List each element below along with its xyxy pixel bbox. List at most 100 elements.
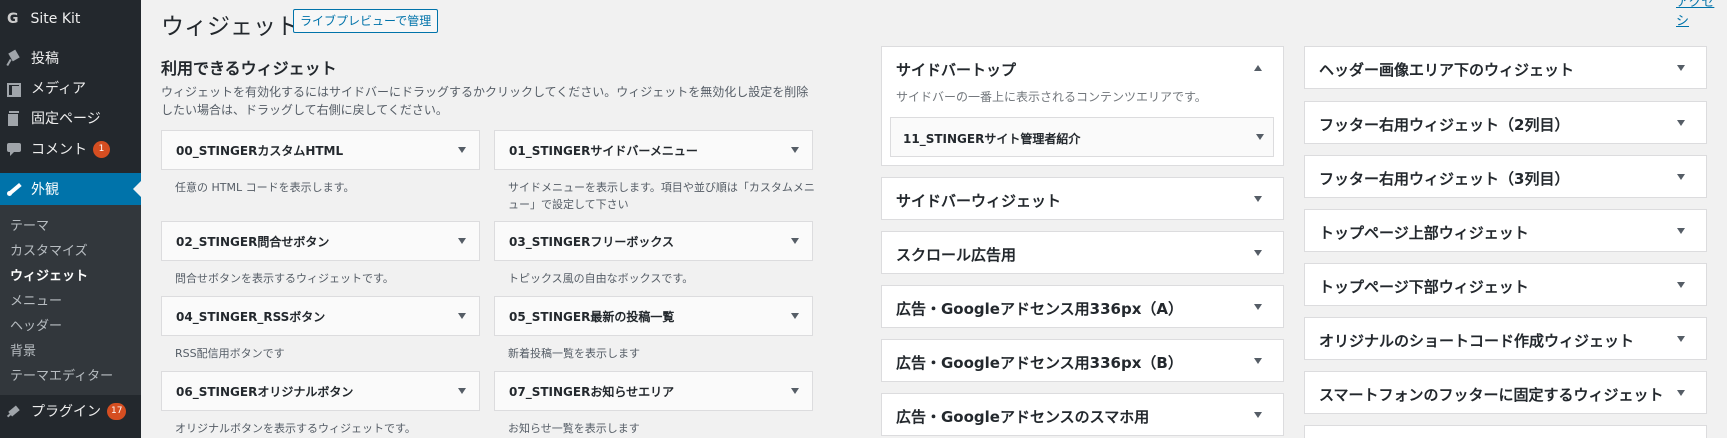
arrow-down-icon[interactable] — [1677, 174, 1685, 180]
widget-area-title: 広告・Googleアドセンス用336px（B） — [896, 354, 1183, 372]
submenu-item-customize[interactable]: カスタマイズ — [10, 240, 88, 259]
sidebar-item-media[interactable]: メディア — [0, 73, 141, 103]
widget-item[interactable]: 02_STINGER問合せボタン — [161, 221, 480, 261]
widget-item[interactable]: 00_STINGERカスタムHTML — [161, 130, 480, 170]
submenu-item-background[interactable]: 背景 — [10, 340, 36, 359]
widget-description: 新着投稿一覧を表示します — [508, 347, 640, 360]
sidebar-item-comments[interactable]: コメント 1 — [0, 134, 141, 164]
admin-sidebar: G Site Kit 投稿 メディア 固定ページ コメント 1 外観 テーマ カ… — [0, 0, 141, 438]
arrow-down-icon[interactable] — [458, 147, 466, 153]
media-icon — [7, 81, 21, 97]
widget-area[interactable]: トップページ下部ウィジェット — [1304, 263, 1707, 306]
widget-area[interactable]: 広告・Googleアドセンス用336px（B） — [881, 339, 1284, 382]
sidebar-item-label: プラグイン — [31, 404, 101, 420]
widget-area[interactable] — [1304, 425, 1707, 438]
available-widgets-description: ウィジェットを有効化するにはサイドバーにドラッグするかクリックしてください。ウィ… — [161, 85, 809, 117]
arrow-down-icon[interactable] — [458, 313, 466, 319]
arrow-down-icon[interactable] — [1254, 358, 1262, 364]
comment-count-badge: 1 — [93, 140, 110, 158]
widget-area[interactable]: 広告・Googleアドセンスのスマホ用 — [881, 393, 1284, 436]
widget-item[interactable]: 05_STINGER最新の投稿一覧 — [494, 296, 813, 336]
arrow-down-icon[interactable] — [1677, 228, 1685, 234]
widget-title: 01_STINGERサイドバーメニュー — [509, 144, 698, 158]
widget-title: 06_STINGERオリジナルボタン — [176, 385, 354, 399]
arrow-down-icon[interactable] — [791, 147, 799, 153]
submenu-item-menus[interactable]: メニュー — [10, 290, 62, 309]
widget-area-title: トップページ下部ウィジェット — [1319, 278, 1529, 296]
widget-title: 07_STINGERお知らせエリア — [509, 385, 675, 399]
widget-item[interactable]: 01_STINGERサイドバーメニュー — [494, 130, 813, 170]
widget-area-title: ヘッダー画像エリア下のウィジェット — [1319, 61, 1575, 79]
arrow-up-icon[interactable] — [1254, 65, 1262, 71]
widget-title: 00_STINGERカスタムHTML — [176, 144, 344, 158]
widget-title: 02_STINGER問合せボタン — [176, 235, 330, 249]
widget-area[interactable]: サイドバーウィジェット — [881, 177, 1284, 220]
widget-description: 問合せボタンを表示するウィジェットです。 — [175, 272, 394, 285]
plugin-update-badge: 17 — [107, 402, 127, 420]
arrow-down-icon[interactable] — [791, 238, 799, 244]
page-icon — [7, 111, 21, 127]
sidebar-item-label: Site Kit — [30, 11, 81, 27]
widget-area-title: サイドバートップ — [896, 61, 1017, 79]
paintbrush-icon — [7, 182, 21, 196]
widget-title: 11_STINGERサイト管理者紹介 — [903, 132, 1081, 146]
widget-area-title: スクロール広告用 — [896, 246, 1017, 264]
arrow-down-icon[interactable] — [1677, 336, 1685, 342]
arrow-down-icon[interactable] — [791, 388, 799, 394]
widget-area-sidebar-top[interactable]: サイドバートップ サイドバーの一番上に表示されるコンテンツエリアです。 11_S… — [881, 46, 1284, 166]
widget-item[interactable]: 03_STINGERフリーボックス — [494, 221, 813, 261]
widget-area[interactable]: スクロール広告用 — [881, 231, 1284, 274]
arrow-down-icon[interactable] — [1677, 390, 1685, 396]
widget-area[interactable]: トップページ上部ウィジェット — [1304, 209, 1707, 252]
arrow-down-icon[interactable] — [1677, 65, 1685, 71]
appearance-submenu: テーマ カスタマイズ ウィジェット メニュー ヘッダー 背景 テーマエディター — [0, 205, 141, 395]
widget-area[interactable]: スマートフォンのフッターに固定するウィジェット — [1304, 371, 1707, 414]
arrow-down-icon[interactable] — [1677, 120, 1685, 126]
sidebar-item-pages[interactable]: 固定ページ — [0, 103, 141, 133]
sidebar-item-label: 投稿 — [31, 51, 59, 67]
sidebar-item-appearance[interactable]: 外観 — [0, 173, 141, 205]
widget-area[interactable]: フッター右用ウィジェット（3列目） — [1304, 155, 1707, 198]
widget-item[interactable]: 07_STINGERお知らせエリア — [494, 371, 813, 411]
widget-area-title: スマートフォンのフッターに固定するウィジェット — [1319, 386, 1664, 404]
widget-area-title: オリジナルのショートコード作成ウィジェット — [1319, 332, 1635, 350]
arrow-down-icon[interactable] — [1256, 134, 1264, 140]
widget-item[interactable]: 04_STINGER_RSSボタン — [161, 296, 480, 336]
google-g-icon: G — [7, 11, 19, 27]
pin-icon — [7, 51, 21, 65]
widget-area-title: トップページ上部ウィジェット — [1319, 224, 1529, 242]
sidebar-item-label: 固定ページ — [31, 111, 101, 127]
widget-description: お知らせ一覧を表示します — [508, 422, 640, 435]
widget-description: トピックス風の自由なボックスです。 — [508, 272, 694, 285]
plugin-icon — [7, 404, 21, 418]
widget-area[interactable]: ヘッダー画像エリア下のウィジェット — [1304, 46, 1707, 89]
sidebar-item-posts[interactable]: 投稿 — [0, 43, 141, 73]
accessibility-mode-link[interactable]: アクセシ — [1676, 0, 1727, 29]
arrow-down-icon[interactable] — [1254, 250, 1262, 256]
widget-area[interactable]: フッター右用ウィジェット（2列目） — [1304, 101, 1707, 144]
submenu-item-widgets[interactable]: ウィジェット — [10, 265, 88, 284]
widget-area-title: サイドバーウィジェット — [896, 192, 1062, 210]
arrow-down-icon[interactable] — [791, 313, 799, 319]
widget-area-title: フッター右用ウィジェット（2列目） — [1319, 116, 1570, 134]
arrow-down-icon[interactable] — [1254, 412, 1262, 418]
live-preview-button[interactable]: ライブプレビューで管理 — [293, 9, 439, 33]
widget-description: オリジナルボタンを表示するウィジェットです。 — [175, 422, 416, 435]
arrow-down-icon[interactable] — [1254, 304, 1262, 310]
widget-area-title: フッター右用ウィジェット（3列目） — [1319, 170, 1570, 188]
widget-item[interactable]: 06_STINGERオリジナルボタン — [161, 371, 480, 411]
arrow-down-icon[interactable] — [1254, 196, 1262, 202]
widget-area-title: 広告・Googleアドセンスのスマホ用 — [896, 408, 1150, 426]
widget-area[interactable]: オリジナルのショートコード作成ウィジェット — [1304, 317, 1707, 360]
sidebar-item-sitekit[interactable]: G Site Kit — [0, 4, 141, 34]
sidebar-item-label: コメント — [31, 142, 87, 158]
submenu-item-theme-editor[interactable]: テーマエディター — [10, 365, 113, 384]
arrow-down-icon[interactable] — [1677, 282, 1685, 288]
sidebar-item-plugins[interactable]: プラグイン 17 — [0, 396, 141, 426]
submenu-item-header[interactable]: ヘッダー — [10, 315, 62, 334]
arrow-down-icon[interactable] — [458, 388, 466, 394]
widget-area[interactable]: 広告・Googleアドセンス用336px（A） — [881, 285, 1284, 328]
submenu-item-themes[interactable]: テーマ — [10, 215, 49, 234]
placed-widget[interactable]: 11_STINGERサイト管理者紹介 — [890, 117, 1274, 157]
arrow-down-icon[interactable] — [458, 238, 466, 244]
